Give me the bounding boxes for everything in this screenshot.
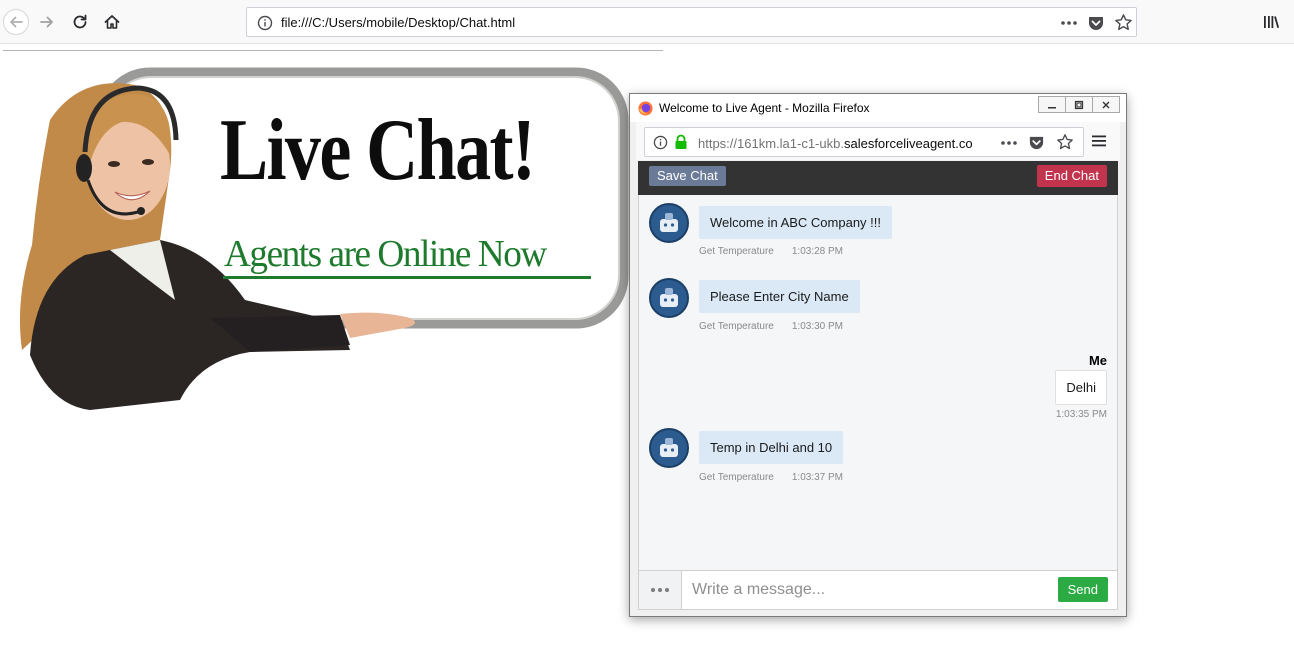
ellipsis-icon (651, 588, 669, 592)
library-icon[interactable] (1261, 12, 1281, 32)
agent-avatar (649, 278, 689, 318)
message-input[interactable]: Write a message... (692, 581, 825, 599)
live-agent-popup: Welcome to Live Agent - Mozilla Firefox … (629, 93, 1127, 617)
restore-button[interactable] (1065, 96, 1093, 113)
arrow-right-icon (40, 16, 53, 28)
message-time: 1:03:30 PM (791, 321, 844, 332)
save-chat-button[interactable]: Save Chat (649, 166, 726, 186)
more-options-button[interactable] (639, 571, 682, 609)
popup-url-domain: salesforceliveagent.co (843, 136, 973, 151)
my-message-label: Me (1088, 353, 1107, 368)
chat-transcript[interactable]: Welcome in ABC Company !!! Get Temperatu… (638, 195, 1118, 570)
popup-toolbar: https://161km.la1-c1-ukb.salesforcelivea… (636, 122, 1120, 160)
chat-message-bubble: Temp in Delhi and 10 (699, 431, 844, 464)
my-message-bubble: Delhi (1055, 370, 1107, 405)
back-button[interactable] (3, 9, 29, 35)
popup-titlebar[interactable]: Welcome to Live Agent - Mozilla Firefox (630, 94, 1126, 122)
popup-url-prefix: https://161km.la1-c1-ukb. (698, 136, 844, 151)
close-icon (1102, 101, 1110, 108)
my-message-time: 1:03:35 PM (1055, 409, 1107, 420)
firefox-logo-icon (638, 101, 653, 116)
minimize-button[interactable] (1038, 96, 1066, 113)
send-button[interactable]: Send (1057, 577, 1108, 602)
live-chat-banner[interactable]: Live Chat! Agents are Online Now (10, 60, 640, 420)
info-icon[interactable] (653, 135, 668, 150)
browser-toolbar: file:///C:/Users/mobile/Desktop/Chat.htm… (0, 0, 1294, 44)
message-sender: Get Temperature (699, 246, 774, 257)
pocket-icon[interactable] (1028, 134, 1045, 151)
hero-underline (223, 276, 591, 279)
window-controls (1038, 96, 1120, 113)
minimize-icon (1048, 106, 1056, 108)
message-sender: Get Temperature (699, 321, 774, 332)
info-icon[interactable] (257, 15, 273, 31)
chat-message-meta: Get Temperature 1:03:37 PM (699, 471, 844, 485)
popup-url-bar[interactable]: https://161km.la1-c1-ukb.salesforcelivea… (644, 127, 1084, 157)
star-icon[interactable] (1114, 13, 1133, 32)
robot-icon (660, 213, 678, 232)
lock-icon[interactable] (674, 134, 688, 150)
hero-subtitle: Agents are Online Now (224, 233, 547, 275)
home-button[interactable] (100, 10, 124, 34)
message-time: 1:03:28 PM (791, 246, 844, 257)
robot-icon (660, 438, 678, 457)
url-bar[interactable]: file:///C:/Users/mobile/Desktop/Chat.htm… (246, 7, 1137, 37)
message-sender: Get Temperature (699, 472, 774, 483)
robot-icon (660, 288, 678, 307)
url-text[interactable]: file:///C:/Users/mobile/Desktop/Chat.htm… (281, 15, 515, 30)
forward-button[interactable] (35, 10, 59, 34)
chat-message-bubble: Please Enter City Name (699, 280, 860, 313)
popup-window-title: Welcome to Live Agent - Mozilla Firefox (659, 101, 870, 115)
hero-title: Live Chat! (220, 102, 536, 199)
agent-avatar (649, 428, 689, 468)
chat-message-meta: Get Temperature 1:03:30 PM (699, 321, 843, 332)
more-icon[interactable] (999, 134, 1019, 152)
chat-input-bar: Write a message... Send (638, 570, 1118, 610)
home-icon (104, 15, 120, 29)
message-time: 1:03:37 PM (791, 472, 844, 483)
chat-message-bubble: Welcome in ABC Company !!! (699, 206, 892, 239)
restore-icon (1074, 100, 1084, 109)
popup-url-text[interactable]: https://161km.la1-c1-ukb.salesforcelivea… (698, 136, 993, 151)
agent-avatar (649, 203, 689, 243)
chat-header: Save Chat End Chat (638, 161, 1118, 195)
close-button[interactable] (1092, 96, 1120, 113)
arrow-left-icon (10, 16, 23, 28)
hamburger-menu-icon[interactable] (1091, 134, 1107, 148)
more-icon[interactable] (1059, 14, 1079, 32)
star-icon[interactable] (1056, 133, 1074, 151)
end-chat-button[interactable]: End Chat (1036, 165, 1107, 187)
reload-button[interactable] (68, 10, 92, 34)
page-divider (3, 50, 663, 51)
chat-message-meta: Get Temperature 1:03:28 PM (699, 246, 843, 257)
reload-icon (73, 14, 87, 29)
pocket-icon[interactable] (1087, 14, 1105, 32)
